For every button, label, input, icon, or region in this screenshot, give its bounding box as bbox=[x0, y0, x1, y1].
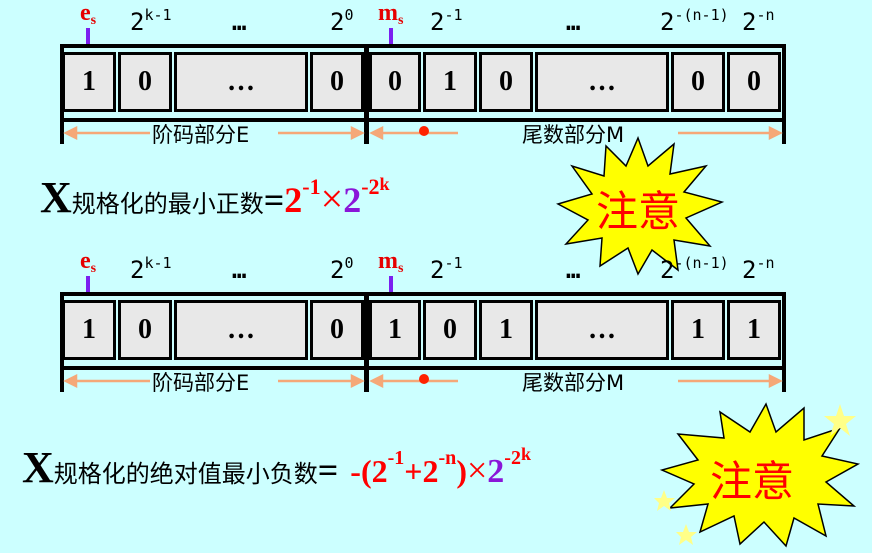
mantissa-part-label: 尾数部分M bbox=[522, 371, 625, 395]
header-2-minus-n: 2-n bbox=[742, 6, 775, 36]
header-ellipsis: … bbox=[566, 8, 581, 36]
bit-cell: … bbox=[535, 300, 669, 360]
header-2-0: 20 bbox=[330, 254, 354, 284]
header-2-minus-n-minus-1: 2-(n-1) bbox=[660, 6, 729, 36]
bit-cell: 0 bbox=[727, 52, 781, 112]
bit-cell: … bbox=[174, 52, 308, 112]
header-2-k-1: 2k-1 bbox=[130, 254, 172, 284]
bit-cell: 1 bbox=[369, 300, 421, 360]
header-ellipsis: … bbox=[232, 8, 247, 36]
header-2-minus-1: 2-1 bbox=[430, 6, 463, 36]
bit-cell: 1 bbox=[727, 300, 781, 360]
header-2-minus-1: 2-1 bbox=[430, 254, 463, 284]
exponent-sign-label: es bbox=[80, 0, 97, 28]
bit-cell: 0 bbox=[423, 300, 477, 360]
bit-cell: 0 bbox=[310, 300, 364, 360]
bit-cell: 0 bbox=[118, 52, 172, 112]
header-2-0: 20 bbox=[330, 6, 354, 36]
bit-cell: 1 bbox=[671, 300, 725, 360]
note-text-2: 注意 bbox=[710, 457, 795, 506]
bit-cell: 0 bbox=[310, 52, 364, 112]
formula-min-abs-negative: X规格化的绝对值最小负数= -(2-1+2-n)×2-2k bbox=[22, 443, 531, 492]
mantissa-sign-label: ms bbox=[378, 248, 404, 276]
formula-min-positive: X规格化的最小正数=2-1×2-2k bbox=[40, 173, 390, 222]
exponent-part-label: 阶码部分E bbox=[152, 123, 250, 147]
bit-cell: 0 bbox=[369, 52, 421, 112]
bit-cell: … bbox=[535, 52, 669, 112]
exponent-sign-label: es bbox=[80, 248, 97, 276]
bit-cell: 1 bbox=[479, 300, 533, 360]
bit-cell: … bbox=[174, 300, 308, 360]
mantissa-sign-label: ms bbox=[378, 0, 404, 28]
note-text-1: 注意 bbox=[596, 187, 681, 236]
header-2-k-1: 2k-1 bbox=[130, 6, 172, 36]
header-2-minus-n-minus-1: 2-(n-1) bbox=[660, 254, 729, 284]
bit-cell: 1 bbox=[423, 52, 477, 112]
bit-cell: 0 bbox=[671, 52, 725, 112]
bit-cell: 1 bbox=[62, 52, 116, 112]
note-starburst-2: 注意 bbox=[654, 398, 868, 548]
header-2-minus-n: 2-n bbox=[742, 254, 775, 284]
bit-cell: 0 bbox=[118, 300, 172, 360]
header-ellipsis: … bbox=[232, 256, 247, 284]
bit-cell: 1 bbox=[62, 300, 116, 360]
header-ellipsis: … bbox=[566, 256, 581, 284]
bit-cell: 0 bbox=[479, 52, 533, 112]
exponent-part-label: 阶码部分E bbox=[152, 371, 250, 395]
